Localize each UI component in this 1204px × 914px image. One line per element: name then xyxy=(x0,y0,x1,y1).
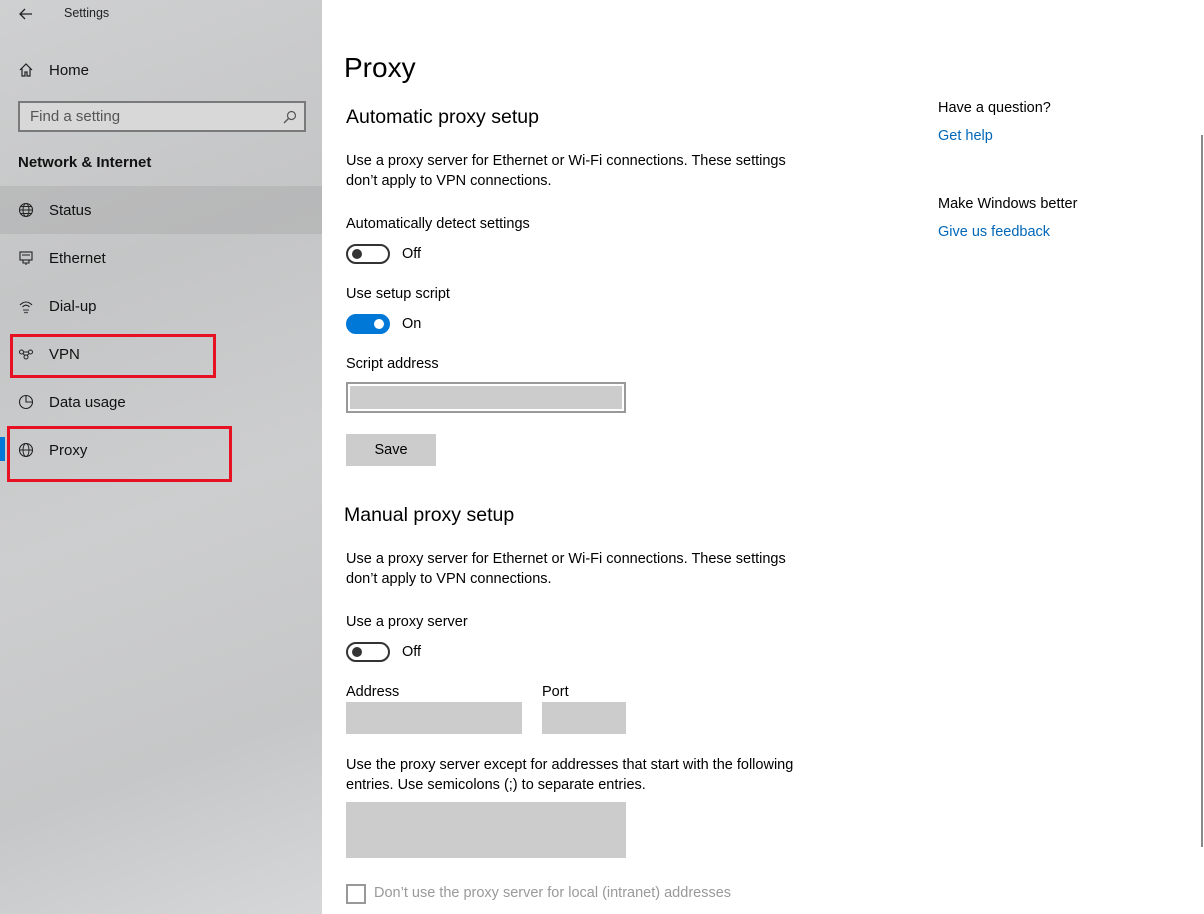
toggle-knob xyxy=(352,647,362,657)
scrollbar[interactable] xyxy=(1199,30,1204,914)
question-heading: Have a question? xyxy=(938,100,1051,116)
setup-script-toggle[interactable] xyxy=(346,314,390,334)
port-label: Port xyxy=(542,684,569,700)
sidebar-item-label: Dial-up xyxy=(49,297,97,315)
auto-detect-label: Automatically detect settings xyxy=(346,216,530,232)
search-box[interactable] xyxy=(18,101,306,132)
home-icon xyxy=(17,61,35,79)
feedback-link[interactable]: Give us feedback xyxy=(938,224,1050,240)
auto-detect-toggle[interactable] xyxy=(346,244,390,264)
section-title: Network & Internet xyxy=(18,154,152,171)
use-proxy-state: Off xyxy=(402,644,422,660)
auto-detect-state: Off xyxy=(402,246,422,262)
use-proxy-toggle[interactable] xyxy=(346,642,390,662)
title-bar: Settings xyxy=(0,0,322,30)
sidebar-item-label: VPN xyxy=(49,345,80,363)
get-help-link[interactable]: Get help xyxy=(938,128,993,144)
local-addresses-checkbox[interactable] xyxy=(346,884,366,904)
script-address-value xyxy=(350,386,622,409)
sidebar-item-label: Ethernet xyxy=(49,249,106,267)
sidebar-item-proxy[interactable]: Proxy xyxy=(0,426,322,474)
settings-window: Settings Home Network & Internet Status xyxy=(0,0,1204,914)
globe-icon xyxy=(17,441,35,459)
sidebar-home-label: Home xyxy=(49,61,90,79)
sidebar-item-home[interactable]: Home xyxy=(0,50,322,90)
sidebar-item-vpn[interactable]: VPN xyxy=(0,330,322,378)
setup-script-state: On xyxy=(402,316,422,332)
feedback-heading: Make Windows better xyxy=(938,196,1078,212)
exceptions-description: Use the proxy server except for addresse… xyxy=(346,757,794,793)
manual-setup-heading: Manual proxy setup xyxy=(344,504,515,526)
exceptions-input[interactable] xyxy=(346,802,626,858)
use-proxy-label: Use a proxy server xyxy=(346,614,468,630)
scrollbar-thumb[interactable] xyxy=(1201,135,1203,847)
toggle-knob xyxy=(374,319,384,329)
script-address-input[interactable] xyxy=(346,382,626,413)
address-input[interactable] xyxy=(346,702,522,734)
local-addresses-label: Don’t use the proxy server for local (in… xyxy=(374,885,732,901)
sidebar-item-status[interactable]: Status xyxy=(0,186,322,234)
sidebar-item-data-usage[interactable]: Data usage xyxy=(0,378,322,426)
search-icon[interactable] xyxy=(282,109,298,125)
page-title: Proxy xyxy=(344,52,416,83)
toggle-knob xyxy=(352,249,362,259)
script-address-label: Script address xyxy=(346,356,439,372)
address-label: Address xyxy=(346,684,400,700)
port-input[interactable] xyxy=(542,702,626,734)
sidebar-item-label: Data usage xyxy=(49,393,126,411)
save-button[interactable]: Save xyxy=(346,434,436,466)
manual-setup-description: Use a proxy server for Ethernet or Wi-Fi… xyxy=(346,551,786,587)
selected-indicator xyxy=(0,437,5,461)
globe-status-icon xyxy=(17,201,35,219)
app-title: Settings xyxy=(64,6,110,20)
search-input[interactable] xyxy=(20,103,270,130)
dial-up-icon xyxy=(17,297,35,315)
ethernet-icon xyxy=(17,249,35,267)
sidebar-item-dial-up[interactable]: Dial-up xyxy=(0,282,322,330)
vpn-icon xyxy=(17,345,35,363)
sidebar-item-label: Proxy xyxy=(49,441,88,459)
sidebar: Settings Home Network & Internet Status xyxy=(0,0,322,914)
automatic-setup-heading: Automatic proxy setup xyxy=(346,106,539,128)
sidebar-item-label: Status xyxy=(49,201,92,219)
back-arrow-icon[interactable] xyxy=(12,2,40,26)
main-content: Proxy Automatic proxy setup Use a proxy … xyxy=(322,0,1204,914)
data-usage-icon xyxy=(17,393,35,411)
setup-script-label: Use setup script xyxy=(346,286,450,302)
sidebar-item-ethernet[interactable]: Ethernet xyxy=(0,234,322,282)
automatic-setup-description: Use a proxy server for Ethernet or Wi-Fi… xyxy=(346,153,786,189)
